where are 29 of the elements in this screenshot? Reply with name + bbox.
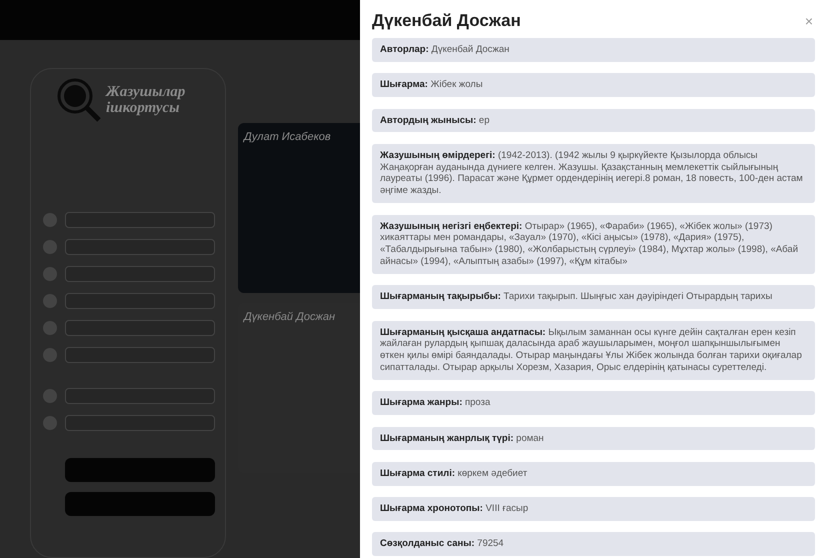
filter-select[interactable] [65, 347, 215, 363]
info-field: Автордың жынысы: ер [372, 108, 815, 132]
logo-text: Жазушылар [106, 84, 186, 100]
logo-text: ішкортусы [106, 100, 181, 116]
info-field: Авторлар: Дүкенбай Досжан [372, 38, 815, 62]
reset-button[interactable] [65, 492, 215, 516]
filter-select[interactable] [65, 239, 215, 255]
search-button[interactable] [65, 458, 215, 482]
info-field: Шығарма жанры: проза [372, 391, 815, 416]
magnifier-logo-icon [56, 77, 102, 123]
filter-select[interactable] [65, 293, 215, 309]
info-field: Шығарма: Жібек жолы [372, 73, 815, 98]
info-field: Шығарма стилі: көркем әдебиет [372, 462, 815, 486]
filter-select[interactable] [65, 320, 215, 336]
info-field: Жазушының негізгі еңбектері: Отырар» (1965), «Фараби» (1965), «Жібек жолы» (1973) хикаяттары мен романдары, «Зауал» (1970), «Кісі аңысы» (1978), «Дария» (1975), «Табалдырығына табын» (1980), «Жолбарыстың сүрлеуі» (1984), Мұхтар жолы» (1998), «Абай айнасы» (1994), «Алыптың азабы» (1997), «Құм кітабы» [372, 214, 815, 274]
filter-select[interactable] [65, 212, 215, 228]
filter-select[interactable] [65, 388, 215, 404]
info-field: Шығарманың жанрлық түрі: роман [372, 426, 815, 450]
info-field: Шығарманың қысқаша андатпасы: Ықылым заманнан осы күнге дейін сақталған ерен кезіп жайлаған рулардың қыпшақ даласында араб жаушыларымен, моңғол шапқыншылығымен өткен қилы өмірі баяндалады. Отырар маңындағы Ұлы Жібек жолында болған тарихи оқиғалар сипатталады. Отырар арқылы Хорезм, Хазария, Орыс елдерінің қатынасы суреттеледі. [372, 320, 815, 380]
card-title: Дүкенбай Досжан [244, 310, 336, 325]
card-title: Дулат Исабеков [244, 130, 332, 145]
modal-title: Дүкенбай Досжан [372, 10, 521, 32]
filter-select[interactable] [65, 415, 215, 431]
info-field: Жазушының өмірдерегі: (1942-2013). (1942 жылы 9 қыркүйекте Қызылорда облысы Жаңақорған ауданында дүниеге келген. Жазушы. Қазақстанның мемлекеттік сыйлығының лауреаты (1996). Парасат және Құрмет ордендерінің иегері.8 роман, 18 повесть, 100-ден астам әңгіме жазды. [372, 144, 815, 204]
close-button[interactable]: × [802, 14, 815, 28]
info-field: Сөзқолданыс саны: 79254 [372, 532, 815, 556]
info-field: Шығарма хронотопы: VIII ғасыр [372, 497, 815, 521]
info-field: Шығарманың тақырыбы: Тарихи тақырып. Шыңғыс хан дәуіріндегі Отырардың тарихы [372, 285, 815, 310]
filter-select[interactable] [65, 266, 215, 282]
